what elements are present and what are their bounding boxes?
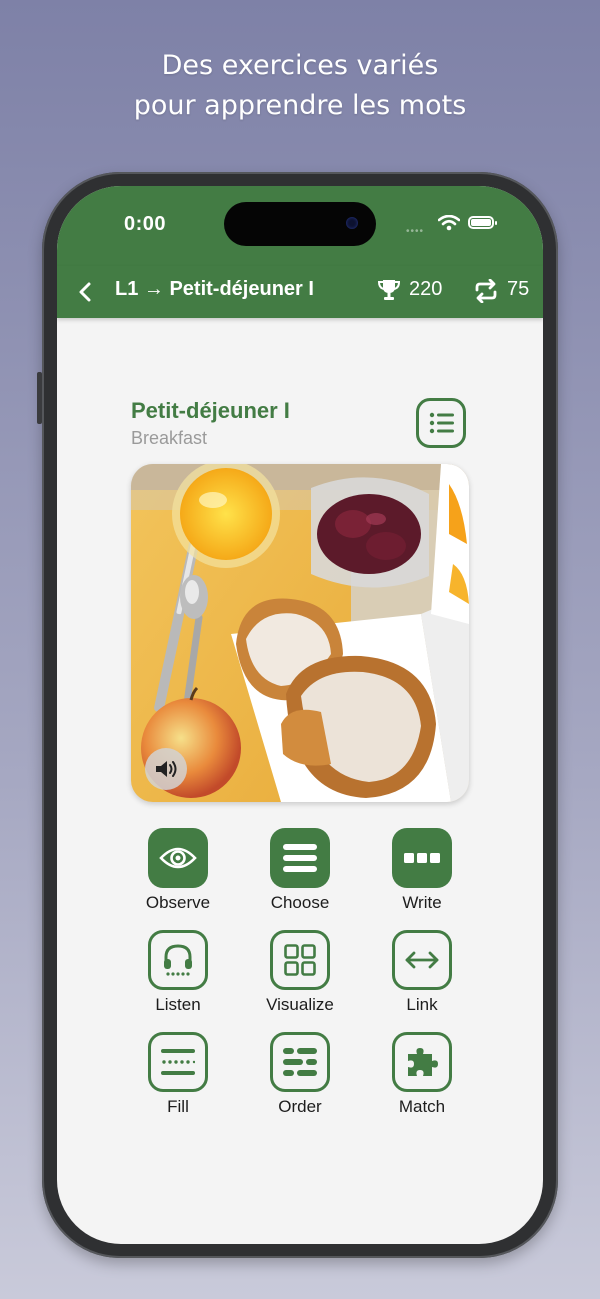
status-bar: 0:00 •••• [57, 186, 543, 266]
battery-icon [468, 216, 497, 229]
exercise-label: Choose [270, 893, 330, 912]
headphones-icon [164, 944, 192, 976]
exercise-fill-tile [148, 1032, 208, 1092]
exercise-match[interactable]: Match [372, 1030, 472, 1126]
phone-side-button [37, 372, 42, 424]
arrows-horizontal-icon [405, 951, 439, 969]
repeat-icon [475, 279, 497, 303]
back-chevron-icon[interactable] [75, 280, 97, 304]
exercise-visualize[interactable]: Visualize [250, 928, 350, 1024]
puzzle-icon [408, 1048, 438, 1076]
speaker-icon [156, 761, 177, 777]
nav-title: L1 → Petit-déjeuner I [115, 278, 314, 300]
grid-icon [284, 944, 316, 976]
exercise-label: Fill [167, 1097, 189, 1116]
exercise-fill[interactable]: Fill [128, 1030, 228, 1126]
breakfast-photo [131, 464, 469, 802]
exercise-grid: Observe Choose Write Listen Visualize Li… [131, 826, 469, 1126]
exercise-write[interactable]: Write [372, 826, 472, 922]
exercise-label: Link [406, 995, 438, 1014]
exercise-order[interactable]: Order [250, 1030, 350, 1126]
list-icon [429, 412, 454, 434]
word-list-button[interactable] [416, 398, 466, 448]
exercise-choose-tile [270, 828, 330, 888]
score-count: 220 [409, 278, 443, 300]
exercise-choose[interactable]: Choose [250, 826, 350, 922]
exercise-listen-tile [148, 930, 208, 990]
exercise-order-tile [270, 1032, 330, 1092]
lesson-title: Petit-déjeuner I [131, 398, 290, 423]
dynamic-island [224, 202, 376, 246]
keyboard-dots-icon [404, 853, 440, 863]
eye-icon [159, 847, 197, 869]
exercise-match-tile [392, 1032, 452, 1092]
exercise-label: Order [278, 1097, 322, 1116]
exercise-observe-tile [148, 828, 208, 888]
exercise-observe[interactable]: Observe [128, 826, 228, 922]
exercise-label: Write [402, 893, 442, 912]
fill-blank-icon [161, 1049, 195, 1075]
exercise-write-tile [392, 828, 452, 888]
exercise-listen[interactable]: Listen [128, 928, 228, 1024]
camera-icon [346, 217, 358, 229]
wifi-icon [438, 215, 460, 231]
exercise-label: Listen [155, 995, 201, 1014]
exercise-label: Observe [145, 893, 211, 912]
lesson-subtitle: Breakfast [131, 428, 208, 448]
exercise-link-tile [392, 930, 452, 990]
status-time: 0:00 [124, 213, 167, 235]
promo-caption: Des exercices variés pour apprendre les … [0, 46, 600, 126]
menu-lines-icon [283, 844, 317, 872]
exercise-visualize-tile [270, 930, 330, 990]
exercise-link[interactable]: Link [372, 928, 472, 1024]
nav-bar: L1 → Petit-déjeuner I 220 75 [57, 266, 543, 318]
cellular-signal-icon: •••• [406, 226, 425, 237]
promo-line-1: Des exercices variés [161, 50, 439, 81]
exercise-label: Match [398, 1097, 446, 1116]
trophy-icon [377, 280, 401, 300]
phone-screen: 0:00 •••• L1 → Petit-déjeuner I 220 75 P… [57, 186, 543, 1244]
repeat-count: 75 [507, 278, 530, 300]
promo-line-2: pour apprendre les mots [133, 90, 467, 121]
exercise-label: Visualize [266, 995, 334, 1014]
lesson-image [131, 464, 469, 802]
audio-button[interactable] [145, 748, 187, 790]
order-lines-icon [283, 1048, 317, 1076]
